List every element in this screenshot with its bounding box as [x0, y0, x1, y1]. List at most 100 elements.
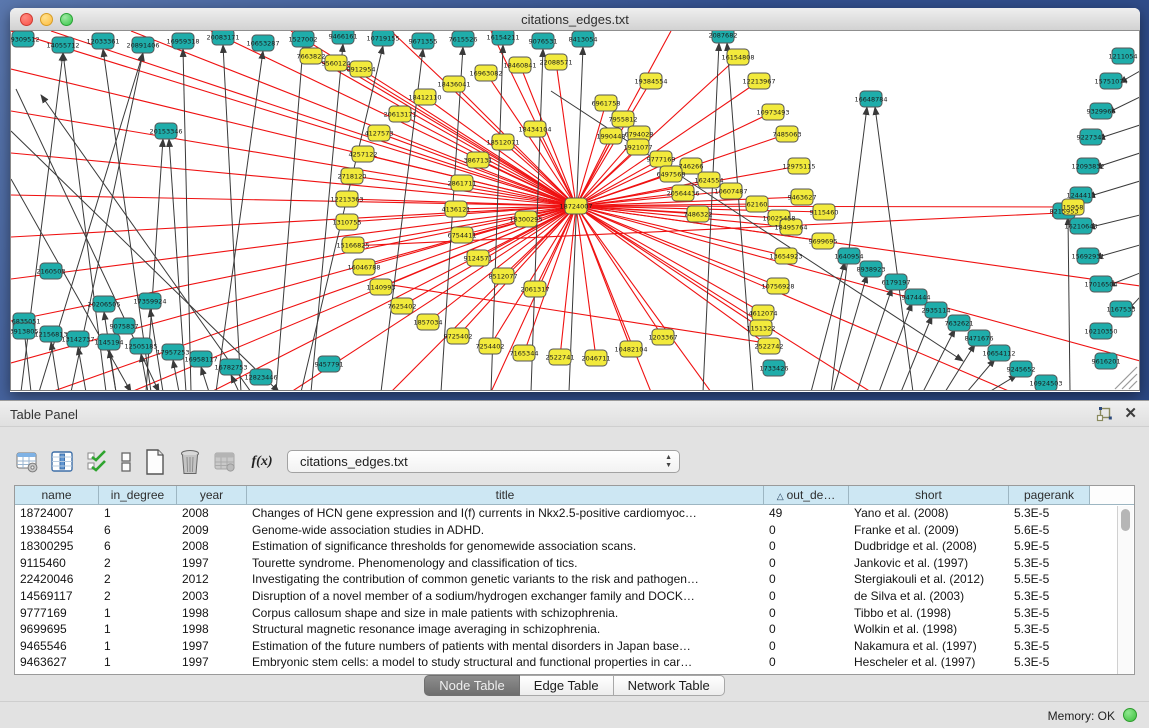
table-cell[interactable]: 0: [764, 588, 849, 605]
show-columns-icon[interactable]: [49, 449, 75, 475]
table-row[interactable]: 1830029562008Estimation of significance …: [15, 538, 1134, 555]
table-cell[interactable]: 1: [99, 654, 177, 671]
table-row[interactable]: 1938455462009Genome-wide association stu…: [15, 522, 1134, 539]
table-cell[interactable]: Jankovic et al. (1997): [849, 555, 1009, 572]
tab-edge-table[interactable]: Edge Table: [520, 675, 614, 696]
table-row[interactable]: 1872400712008Changes of HCN gene express…: [15, 505, 1134, 522]
column-header-in_degree[interactable]: in_degree: [99, 486, 177, 504]
table-cell[interactable]: 0: [764, 621, 849, 638]
table-cell[interactable]: Hescheler et al. (1997): [849, 654, 1009, 671]
citation-network-graph[interactable]: 1930951214055712120333612089140616959318…: [11, 31, 1140, 391]
table-cell[interactable]: 0: [764, 605, 849, 622]
table-cell[interactable]: 0: [764, 522, 849, 539]
table-row[interactable]: 946362711997Embryonic stem cells: a mode…: [15, 654, 1134, 671]
table-cell[interactable]: Yano et al. (2008): [849, 505, 1009, 522]
table-cell[interactable]: 22420046: [15, 571, 99, 588]
table-cell[interactable]: 18300295: [15, 538, 99, 555]
table-row[interactable]: 969969511998Structural magnetic resonanc…: [15, 621, 1134, 638]
table-selector-dropdown[interactable]: citations_edges.txt ▲▼: [287, 450, 680, 473]
table-cell[interactable]: 2008: [177, 538, 247, 555]
table-cell[interactable]: Stergiakouli et al. (2012): [849, 571, 1009, 588]
import-table-icon[interactable]: [84, 449, 110, 475]
table-row[interactable]: 911546021997Tourette syndrome. Phenomeno…: [15, 555, 1134, 572]
delete-column-icon[interactable]: [212, 449, 238, 475]
table-cell[interactable]: 2003: [177, 588, 247, 605]
table-vertical-scrollbar[interactable]: [1117, 506, 1133, 674]
table-row[interactable]: 1456911722003Disruption of a novel membe…: [15, 588, 1134, 605]
table-cell[interactable]: Investigating the contribution of common…: [247, 571, 764, 588]
network-canvas[interactable]: 1930951214055712120333612089140616959318…: [10, 31, 1140, 391]
table-cell[interactable]: 2: [99, 555, 177, 572]
table-cell[interactable]: de Silva et al. (2003): [849, 588, 1009, 605]
table-cell[interactable]: 5.3E-5: [1009, 605, 1090, 622]
table-cell[interactable]: Franke et al. (2009): [849, 522, 1009, 539]
table-cell[interactable]: 0: [764, 638, 849, 655]
table-cell[interactable]: 2009: [177, 522, 247, 539]
table-cell[interactable]: 5.3E-5: [1009, 621, 1090, 638]
table-cell[interactable]: Nakamura et al. (1997): [849, 638, 1009, 655]
resize-grip-icon[interactable]: [1115, 367, 1137, 389]
table-cell[interactable]: 14569117: [15, 588, 99, 605]
table-cell[interactable]: 9465546: [15, 638, 99, 655]
table-cell[interactable]: 2: [99, 571, 177, 588]
tab-node-table[interactable]: Node Table: [424, 675, 520, 696]
table-cell[interactable]: 1998: [177, 621, 247, 638]
table-cell[interactable]: Embryonic stem cells: a model to study s…: [247, 654, 764, 671]
table-cell[interactable]: 1: [99, 621, 177, 638]
table-cell[interactable]: Genome-wide association studies in ADHD.: [247, 522, 764, 539]
column-header-year[interactable]: year: [177, 486, 247, 504]
table-cell[interactable]: 1997: [177, 638, 247, 655]
table-row[interactable]: 946554611997Estimation of the future num…: [15, 638, 1134, 655]
function-builder-icon[interactable]: f(x): [247, 449, 277, 475]
float-window-icon[interactable]: [1096, 407, 1112, 422]
table-cell[interactable]: 5.5E-5: [1009, 571, 1090, 588]
table-row[interactable]: 2242004622012Investigating the contribut…: [15, 571, 1134, 588]
table-row[interactable]: 977716911998Corpus callosum shape and si…: [15, 605, 1134, 622]
table-cell[interactable]: Structural magnetic resonance image aver…: [247, 621, 764, 638]
table-cell[interactable]: Wolkin et al. (1998): [849, 621, 1009, 638]
table-cell[interactable]: 0: [764, 555, 849, 572]
tab-network-table[interactable]: Network Table: [614, 675, 725, 696]
table-cell[interactable]: 2: [99, 588, 177, 605]
table-cell[interactable]: Estimation of significance thresholds fo…: [247, 538, 764, 555]
column-header-out_de[interactable]: △out_de…: [764, 486, 849, 504]
table-cell[interactable]: 9699695: [15, 621, 99, 638]
window-titlebar[interactable]: citations_edges.txt: [10, 8, 1140, 31]
table-cell[interactable]: 1: [99, 505, 177, 522]
table-cell[interactable]: 5.6E-5: [1009, 522, 1090, 539]
table-cell[interactable]: 6: [99, 522, 177, 539]
close-panel-icon[interactable]: ✕: [1124, 405, 1137, 423]
table-cell[interactable]: 5.3E-5: [1009, 505, 1090, 522]
table-cell[interactable]: Changes of HCN gene expression and I(f) …: [247, 505, 764, 522]
table-cell[interactable]: 2012: [177, 571, 247, 588]
table-cell[interactable]: 1997: [177, 654, 247, 671]
table-cell[interactable]: 1: [99, 638, 177, 655]
table-cell[interactable]: Disruption of a novel member of a sodium…: [247, 588, 764, 605]
table-cell[interactable]: 18724007: [15, 505, 99, 522]
column-header-pagerank[interactable]: pagerank: [1009, 486, 1090, 504]
table-cell[interactable]: 5.3E-5: [1009, 588, 1090, 605]
table-cell[interactable]: 2008: [177, 505, 247, 522]
column-header-short[interactable]: short: [849, 486, 1009, 504]
table-cell[interactable]: 5.3E-5: [1009, 654, 1090, 671]
table-settings-icon[interactable]: [14, 449, 40, 475]
table-cell[interactable]: 5.3E-5: [1009, 638, 1090, 655]
table-cell[interactable]: 1997: [177, 555, 247, 572]
table-cell[interactable]: 49: [764, 505, 849, 522]
table-cell[interactable]: 19384554: [15, 522, 99, 539]
table-cell[interactable]: Dudbridge et al. (2008): [849, 538, 1009, 555]
scrollbar-thumb[interactable]: [1121, 509, 1130, 531]
table-cell[interactable]: Tibbo et al. (1998): [849, 605, 1009, 622]
column-header-title[interactable]: title: [247, 486, 764, 504]
table-cell[interactable]: 6: [99, 538, 177, 555]
table-cell[interactable]: Corpus callosum shape and size in male p…: [247, 605, 764, 622]
create-table-icon[interactable]: [142, 449, 168, 475]
table-cell[interactable]: 9463627: [15, 654, 99, 671]
table-cell[interactable]: 1: [99, 605, 177, 622]
table-cell[interactable]: 5.3E-5: [1009, 555, 1090, 572]
table-cell[interactable]: Estimation of the future numbers of pati…: [247, 638, 764, 655]
table-cell[interactable]: Tourette syndrome. Phenomenology and cla…: [247, 555, 764, 572]
column-header-name[interactable]: name: [15, 486, 99, 504]
table-cell[interactable]: 1998: [177, 605, 247, 622]
delete-table-icon[interactable]: [177, 449, 203, 475]
